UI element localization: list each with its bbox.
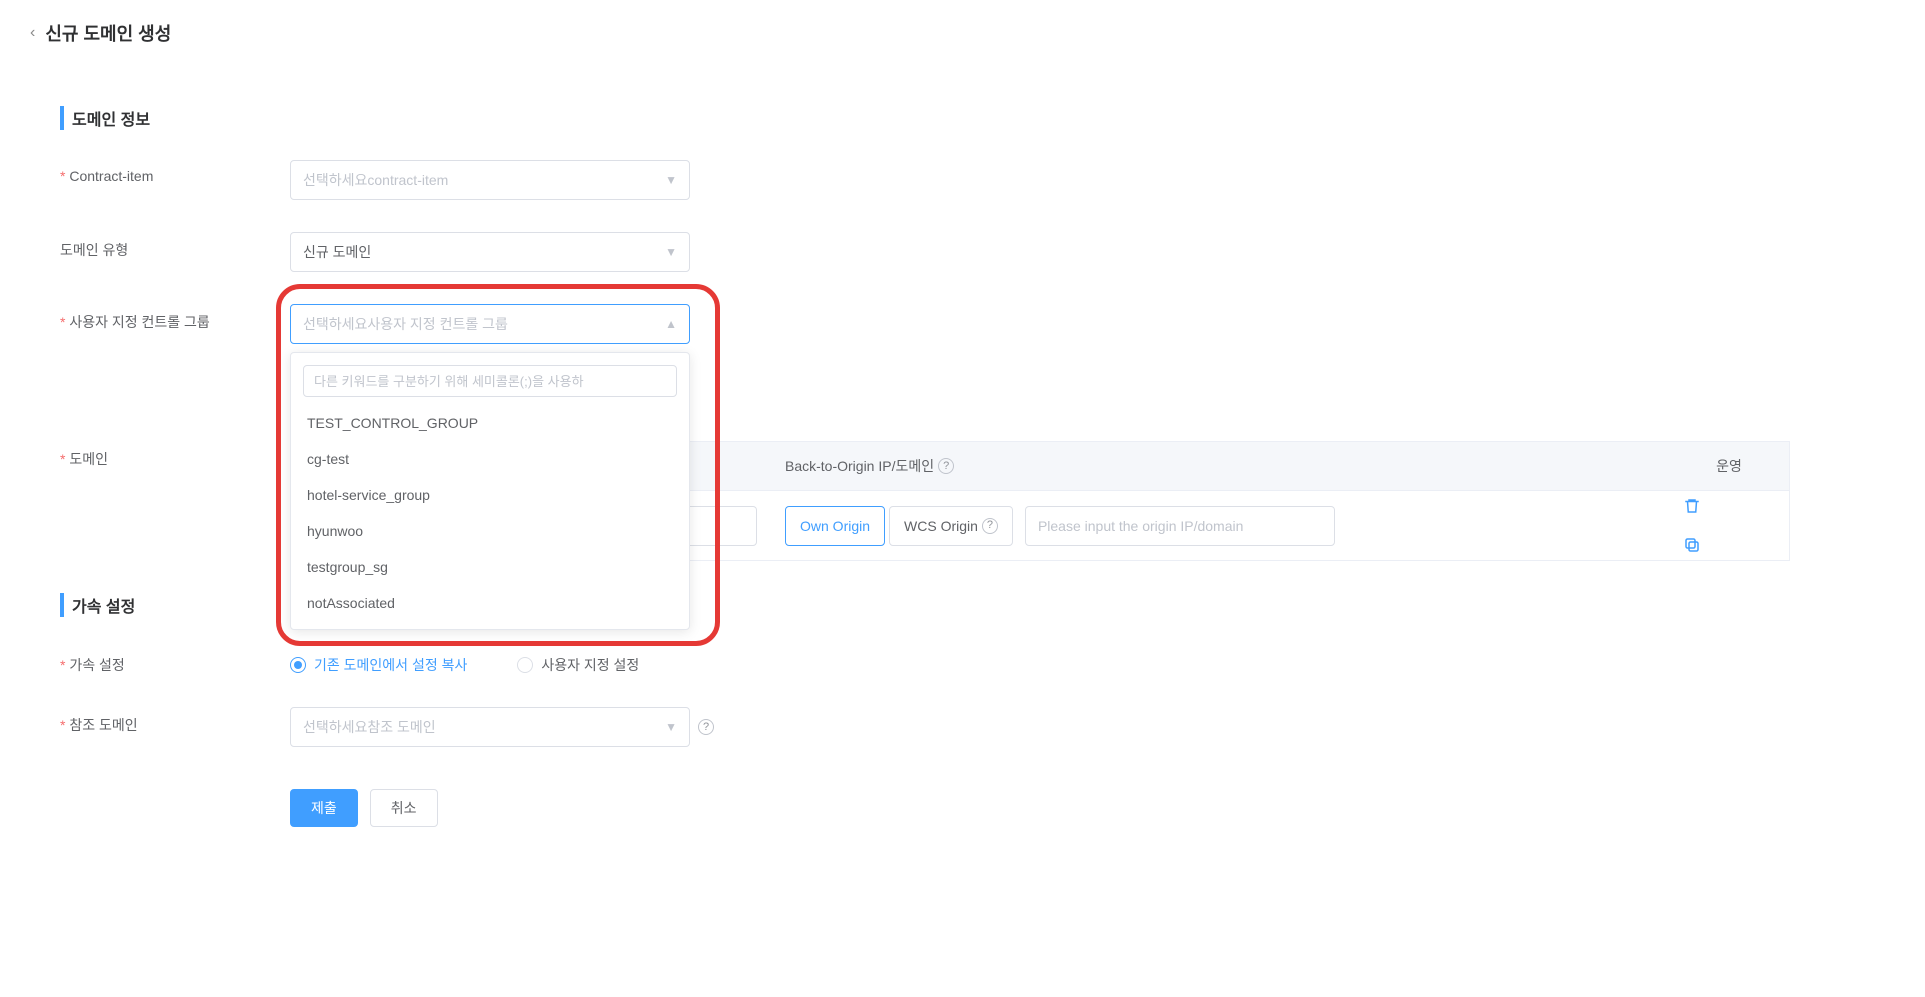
page-header: ‹ 신규 도메인 생성	[0, 0, 1925, 66]
label-ref-domain: 참조 도메인	[60, 707, 290, 735]
control-group-placeholder: 선택하세요사용자 지정 컨트롤 그룹	[303, 314, 508, 334]
label-control-group: 사용자 지정 컨트롤 그룹	[60, 304, 290, 332]
page-title: 신규 도메인 생성	[45, 20, 171, 46]
dropdown-item[interactable]: hotel-service_group	[291, 477, 689, 513]
domain-type-value: 신규 도메인	[303, 242, 371, 262]
own-origin-button[interactable]: Own Origin	[785, 506, 885, 546]
radio-icon	[290, 657, 306, 673]
delete-icon[interactable]	[1683, 497, 1775, 515]
dropdown-item[interactable]: testgroup_sg	[291, 549, 689, 585]
radio-copy-config[interactable]: 기존 도메인에서 설정 복사	[290, 655, 467, 675]
label-domain: 도메인	[60, 441, 290, 469]
cancel-button[interactable]: 취소	[370, 789, 438, 827]
label-contract-item: Contract-item	[60, 160, 290, 184]
control-group-dropdown: TEST_CONTROL_GROUP cg-test hotel-service…	[290, 352, 690, 630]
control-group-select[interactable]: 선택하세요사용자 지정 컨트롤 그룹 ▲	[290, 304, 690, 344]
col-origin-header: Back-to-Origin IP/도메인 ?	[771, 456, 1669, 476]
radio-icon	[517, 657, 533, 673]
dropdown-item[interactable]: cg-test	[291, 441, 689, 477]
dropdown-item[interactable]: notAssociated	[291, 585, 689, 621]
chevron-up-icon: ▲	[665, 317, 677, 331]
dropdown-search-input[interactable]	[303, 365, 677, 397]
contract-item-select[interactable]: 선택하세요contract-item ▼	[290, 160, 690, 200]
ref-domain-placeholder: 선택하세요참조 도메인	[303, 717, 436, 737]
label-domain-type: 도메인 유형	[60, 232, 290, 260]
back-chevron-icon[interactable]: ‹	[30, 24, 35, 42]
help-icon[interactable]: ?	[982, 518, 998, 534]
submit-button[interactable]: 제출	[290, 789, 358, 827]
section-domain-info: 도메인 정보	[60, 106, 1865, 130]
copy-icon[interactable]	[1683, 536, 1775, 554]
dropdown-item[interactable]: hyunwoo	[291, 513, 689, 549]
chevron-down-icon: ▼	[665, 173, 677, 187]
col-ops-header: 운영	[1669, 456, 1789, 476]
help-icon[interactable]: ?	[938, 458, 954, 474]
help-icon[interactable]: ?	[698, 719, 714, 735]
contract-item-placeholder: 선택하세요contract-item	[303, 170, 448, 190]
domain-type-select[interactable]: 신규 도메인 ▼	[290, 232, 690, 272]
chevron-down-icon: ▼	[665, 245, 677, 259]
label-accel: 가속 설정	[60, 647, 290, 675]
chevron-down-icon: ▼	[665, 720, 677, 734]
origin-input[interactable]	[1025, 506, 1335, 546]
ref-domain-select[interactable]: 선택하세요참조 도메인 ▼	[290, 707, 690, 747]
radio-custom-config[interactable]: 사용자 지정 설정	[517, 655, 639, 675]
dropdown-item[interactable]: TEST_CONTROL_GROUP	[291, 405, 689, 441]
wcs-origin-button[interactable]: WCS Origin ?	[889, 506, 1013, 546]
